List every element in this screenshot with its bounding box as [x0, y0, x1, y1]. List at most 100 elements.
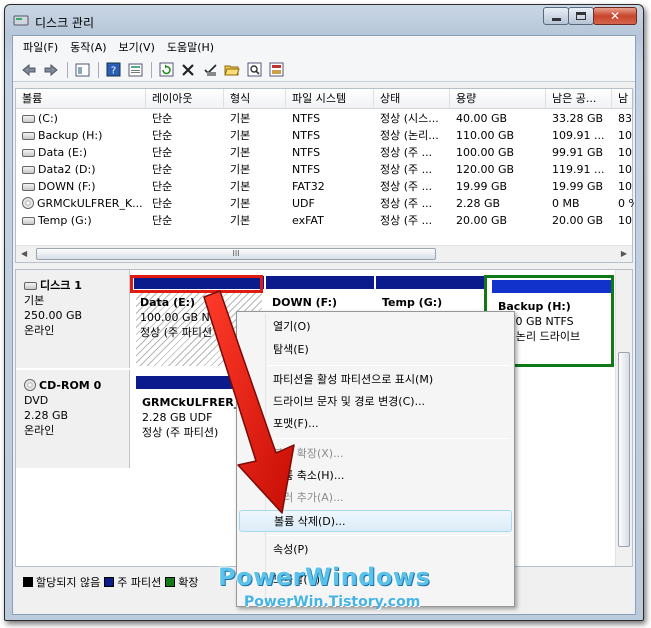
extended-swatch	[165, 577, 176, 587]
volume-row[interactable]: (C:) 단순 기본 NTFS 정상 (시스... 40.00 GB 33.28…	[16, 110, 632, 127]
volume-capacity: 19.99 GB	[456, 180, 508, 193]
column-layout[interactable]: 레이아웃	[146, 89, 224, 109]
volume-layout: 단순	[152, 146, 173, 159]
volume-row[interactable]: GRMCkULFRER_K... 단순 기본 UDF 정상 (주 ... 2.2…	[16, 195, 634, 212]
minimize-icon	[551, 17, 561, 21]
primary-swatch	[104, 577, 115, 587]
legend-unallocated: 할당되지 않음	[36, 576, 101, 589]
help-icon[interactable]: ?	[103, 60, 123, 80]
minimize-button[interactable]	[543, 7, 569, 25]
volume-free-space: 119.91 ...	[552, 163, 605, 176]
volume-percent-free: 10	[618, 146, 632, 159]
menu-help[interactable]: 도움말(H)	[161, 39, 220, 55]
close-button[interactable]: ✕	[593, 7, 637, 25]
disk-state: 온라인	[24, 424, 55, 437]
volume-layout: 단순	[152, 129, 173, 142]
disk-type: DVD	[24, 394, 49, 407]
volume-type: 기본	[230, 129, 251, 142]
volume-name: (C:)	[38, 112, 58, 125]
column-volume[interactable]: 볼륨	[16, 89, 146, 109]
volume-row[interactable]: Data2 (D:) 단순 기본 NTFS 정상 (주 ... 120.00 G…	[16, 161, 632, 178]
delete-icon[interactable]	[178, 60, 198, 80]
disk-size: 250.00 GB	[24, 309, 83, 322]
title-bar: 디스크 관리 ✕	[5, 5, 643, 35]
svg-text:?: ?	[110, 66, 115, 77]
scroll-right-icon[interactable]: ▶	[621, 249, 627, 258]
volume-free-space: 0 MB	[552, 197, 580, 210]
volume-free-space: 19.99 GB	[552, 180, 604, 193]
disk-management-icon	[13, 15, 29, 26]
volume-capacity: 2.28 GB	[456, 197, 501, 210]
open-folder-icon[interactable]	[222, 60, 242, 80]
volume-percent-free: 10	[618, 214, 632, 227]
column-capacity[interactable]: 용량	[450, 89, 546, 109]
refresh-icon[interactable]	[156, 60, 176, 80]
volume-percent-free: 10	[618, 180, 632, 193]
legend-primary: 주 파티션	[117, 576, 162, 589]
search-icon[interactable]	[244, 60, 264, 80]
volume-free-space: 33.28 GB	[552, 112, 604, 125]
column-status[interactable]: 상태	[374, 89, 450, 109]
disk-type: 기본	[24, 294, 45, 307]
scroll-thumb[interactable]: III	[36, 248, 436, 260]
column-type[interactable]: 형식	[224, 89, 286, 109]
forward-icon[interactable]	[41, 60, 61, 80]
menu-separator	[267, 535, 510, 536]
menu-item-properties[interactable]: 속성(P)	[239, 539, 512, 561]
scroll-thumb[interactable]	[618, 352, 630, 547]
column-filesystem[interactable]: 파일 시스템	[286, 89, 374, 109]
unallocated-swatch	[23, 577, 33, 587]
disk-name: CD-ROM 0	[39, 379, 102, 392]
volume-layout: 단순	[152, 197, 173, 210]
column-free-space[interactable]: 남은 공...	[546, 89, 612, 109]
volume-free-space: 99.91 GB	[552, 146, 604, 159]
scroll-left-icon[interactable]: ◀	[21, 249, 27, 258]
volume-status: 정상 (주 ...	[380, 146, 433, 159]
volume-percent-free: 10	[618, 163, 632, 176]
volume-type: 기본	[230, 112, 251, 125]
volume-filesystem: FAT32	[292, 180, 325, 193]
checklist-icon[interactable]	[200, 60, 220, 80]
cdrom-0-label[interactable]: CD-ROM 0 DVD 2.28 GB 온라인	[16, 370, 130, 468]
volume-status: 정상 (주 ...	[380, 197, 433, 210]
column-percent-free[interactable]: 남	[612, 89, 634, 109]
volume-layout: 단순	[152, 163, 173, 176]
menu-view[interactable]: 보기(V)	[113, 39, 161, 55]
volume-layout: 단순	[152, 214, 173, 227]
menu-action[interactable]: 동작(A)	[64, 39, 112, 55]
toolbar: ?	[13, 58, 635, 82]
disk-size: 2.28 GB	[24, 409, 69, 422]
volume-filesystem: NTFS	[292, 112, 321, 125]
volume-free-space: 20.00 GB	[552, 214, 604, 227]
watermark-site: PowerWin.Tistory.com	[244, 594, 421, 610]
window-title: 디스크 관리	[35, 16, 95, 30]
volume-name: Backup (H:)	[38, 129, 103, 142]
volume-capacity: 120.00 GB	[456, 163, 515, 176]
disk-icon	[24, 282, 37, 290]
drive-icon	[22, 183, 35, 191]
horizontal-scrollbar[interactable]: ◀ III ▶	[16, 245, 632, 262]
volume-status: 정상 (시스...	[380, 112, 439, 125]
volume-filesystem: NTFS	[292, 129, 321, 142]
volume-capacity: 40.00 GB	[456, 112, 508, 125]
volume-row[interactable]: DOWN (F:) 단순 기본 FAT32 정상 (주 ... 19.99 GB…	[16, 178, 632, 195]
menu-file[interactable]: 파일(F)	[17, 39, 64, 55]
volume-type: 기본	[230, 214, 251, 227]
volume-type: 기본	[230, 197, 251, 210]
close-icon: ✕	[609, 9, 621, 23]
volume-row[interactable]: Temp (G:) 단순 기본 exFAT 정상 (주 ... 20.00 GB…	[16, 212, 632, 229]
disk-1-label[interactable]: 디스크 1 기본 250.00 GB 온라인	[16, 270, 130, 368]
primary-partition-bar	[376, 276, 486, 289]
volume-row[interactable]: Backup (H:) 단순 기본 NTFS 정상 (논리... 110.00 …	[16, 127, 632, 144]
volume-status: 정상 (주 ...	[380, 163, 433, 176]
vertical-scrollbar[interactable]	[615, 270, 632, 566]
properties-icon[interactable]	[125, 60, 145, 80]
view-icon[interactable]	[72, 60, 92, 80]
back-icon[interactable]	[19, 60, 39, 80]
volume-layout: 단순	[152, 112, 173, 125]
menu-bar: 파일(F) 동작(A) 보기(V) 도움말(H)	[13, 36, 635, 58]
volume-row[interactable]: Data (E:) 단순 기본 NTFS 정상 (주 ... 100.00 GB…	[16, 144, 632, 161]
wizard-icon[interactable]	[266, 60, 286, 80]
drive-icon	[22, 149, 35, 157]
maximize-button[interactable]	[568, 7, 594, 25]
